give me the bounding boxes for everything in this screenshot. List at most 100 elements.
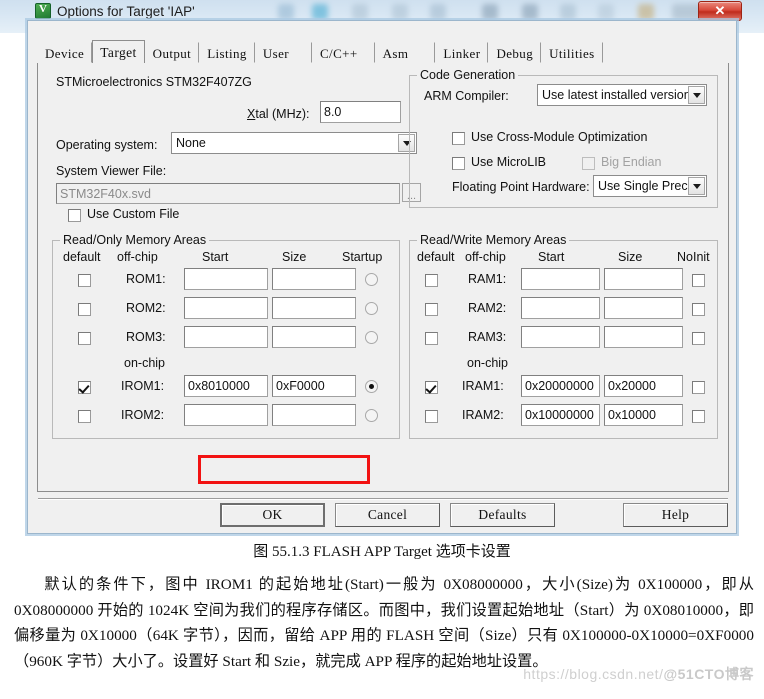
options-for-target-dialog: Device Target Output Listing User C/C++ …	[27, 20, 737, 534]
rw-row-ram3-size-input[interactable]	[604, 326, 683, 348]
chevron-down-icon[interactable]	[688, 177, 705, 195]
rw-row-ram2-size-input[interactable]	[604, 297, 683, 319]
watermark: https://blog.csdn.net/@51CTO博客	[523, 664, 754, 684]
ok-button[interactable]: OK	[220, 503, 325, 527]
watermark-url: https://blog.csdn.net/	[523, 666, 664, 682]
ro-row-rom2-label: ROM2:	[126, 301, 166, 315]
rw-header-start: Start	[538, 250, 565, 264]
ro-row-rom3-start-input[interactable]	[184, 326, 268, 348]
rw-row-ram1-size-input[interactable]	[604, 268, 683, 290]
ro-row-rom3-size-input[interactable]	[272, 326, 356, 348]
tab-target[interactable]: Target	[92, 40, 145, 64]
rw-row-iram1-start-input[interactable]: 0x20000000	[521, 375, 600, 397]
rw-row-ram1-noinit-checkbox[interactable]	[692, 274, 705, 287]
ro-header-offchip: off-chip	[117, 250, 158, 264]
rw-onchip-label: on-chip	[467, 356, 508, 370]
ro-row-irom2-default-checkbox[interactable]	[78, 410, 91, 423]
tab-user[interactable]: User	[255, 42, 312, 63]
tab-utilities[interactable]: Utilities	[541, 42, 603, 63]
dialog-separator	[38, 498, 728, 500]
ro-header-startup: Startup	[342, 250, 383, 264]
rw-row-iram1-noinit-checkbox[interactable]	[692, 381, 705, 394]
use-microlib-label: Use MicroLIB	[471, 155, 547, 169]
tab-asm[interactable]: Asm	[375, 42, 436, 63]
ro-row-irom1-size-input[interactable]: 0xF0000	[272, 375, 356, 397]
rw-row-ram3-start-input[interactable]	[521, 326, 600, 348]
ro-row-rom1-start-input[interactable]	[184, 268, 268, 290]
ro-row-rom3-startup-radio[interactable]	[365, 331, 378, 344]
tab-listing[interactable]: Listing	[199, 42, 255, 63]
ro-row-rom1-default-checkbox[interactable]	[78, 274, 91, 287]
cancel-button[interactable]: Cancel	[335, 503, 440, 527]
figure-caption: 图 55.1.3 FLASH APP Target 选项卡设置	[253, 544, 511, 560]
tab-c-cpp[interactable]: C/C++	[312, 42, 375, 63]
rw-row-ram3-default-checkbox[interactable]	[425, 332, 438, 345]
watermark-tag: @51CTO博客	[663, 666, 754, 682]
tab-output[interactable]: Output	[145, 42, 200, 63]
use-custom-file-checkbox[interactable]	[68, 209, 81, 222]
close-icon[interactable]: ✕	[698, 1, 742, 21]
ro-row-rom2-startup-radio[interactable]	[365, 302, 378, 315]
rw-header-default: default	[417, 250, 455, 264]
floating-point-hardware-label: Floating Point Hardware:	[452, 180, 590, 194]
rw-row-ram2-default-checkbox[interactable]	[425, 303, 438, 316]
rw-row-iram1-size-input[interactable]: 0x20000	[604, 375, 683, 397]
rw-row-ram2-label: RAM2:	[468, 301, 507, 315]
ro-row-rom1-label: ROM1:	[126, 272, 166, 286]
system-viewer-file-input[interactable]: STM32F40x.svd	[56, 183, 400, 204]
ro-row-rom3-label: ROM3:	[126, 330, 166, 344]
rw-row-iram2-size-input[interactable]: 0x10000	[604, 404, 683, 426]
xtal-label-text: tal (MHz):	[255, 107, 310, 121]
ro-row-rom2-start-input[interactable]	[184, 297, 268, 319]
window-title: Options for Target 'IAP'	[57, 3, 195, 19]
floating-point-hardware-select[interactable]: Use Single Precision	[593, 175, 707, 197]
rw-header-size: Size	[618, 250, 643, 264]
ro-row-rom1-startup-radio[interactable]	[365, 273, 378, 286]
ro-row-irom1-default-checkbox[interactable]	[78, 381, 91, 394]
system-viewer-file-label: System Viewer File:	[56, 164, 167, 178]
xtal-input[interactable]: 8.0	[320, 101, 401, 123]
tab-linker[interactable]: Linker	[435, 42, 489, 63]
rw-row-ram1-default-checkbox[interactable]	[425, 274, 438, 287]
body-paragraph: 默认的条件下，图中 IROM1 的起始地址(Start)一般为 0X080000…	[14, 576, 754, 670]
dialog-titlebar[interactable]: Options for Target 'IAP'	[27, 0, 737, 22]
use-microlib-checkbox[interactable]	[452, 157, 465, 170]
operating-system-select[interactable]: None	[171, 132, 417, 154]
ro-row-rom2-default-checkbox[interactable]	[78, 303, 91, 316]
help-button[interactable]: Help	[623, 503, 728, 527]
ro-row-irom1-startup-radio[interactable]	[365, 380, 378, 393]
arm-compiler-select[interactable]: Use latest installed version	[537, 84, 707, 106]
operating-system-value: None	[176, 136, 206, 150]
code-generation-group: Code Generation ARM Compiler: Use latest…	[409, 68, 718, 208]
rw-row-iram2-start-input[interactable]: 0x10000000	[521, 404, 600, 426]
rw-row-iram2-default-checkbox[interactable]	[425, 410, 438, 423]
tab-device[interactable]: Device	[37, 42, 93, 63]
rw-row-iram1-default-checkbox[interactable]	[425, 381, 438, 394]
keil-uvision-icon	[35, 3, 51, 19]
xtal-label: Xtal (MHz):	[247, 107, 310, 121]
rw-header-offchip: off-chip	[465, 250, 506, 264]
ro-row-irom2-label: IROM2:	[121, 408, 165, 422]
ro-row-irom2-size-input[interactable]	[272, 404, 356, 426]
defaults-button[interactable]: Defaults	[450, 503, 555, 527]
rw-row-ram3-label: RAM3:	[468, 330, 507, 344]
rw-row-ram2-noinit-checkbox[interactable]	[692, 303, 705, 316]
ro-row-rom1-size-input[interactable]	[272, 268, 356, 290]
tab-debug[interactable]: Debug	[488, 42, 542, 63]
big-endian-checkbox	[582, 157, 595, 170]
arm-compiler-label: ARM Compiler:	[424, 89, 509, 103]
rw-row-ram1-label: RAM1:	[468, 272, 507, 286]
rw-row-iram2-noinit-checkbox[interactable]	[692, 410, 705, 423]
rw-row-ram1-start-input[interactable]	[521, 268, 600, 290]
chevron-down-icon[interactable]	[688, 86, 705, 104]
ro-row-irom2-startup-radio[interactable]	[365, 409, 378, 422]
ro-row-irom2-start-input[interactable]	[184, 404, 268, 426]
rw-row-ram3-noinit-checkbox[interactable]	[692, 332, 705, 345]
ro-row-rom2-size-input[interactable]	[272, 297, 356, 319]
rw-row-ram2-start-input[interactable]	[521, 297, 600, 319]
ro-row-irom1-start-input[interactable]: 0x8010000	[184, 375, 268, 397]
ro-row-rom3-default-checkbox[interactable]	[78, 332, 91, 345]
annotation-highlight-rect	[198, 455, 370, 484]
use-cross-module-optimization-checkbox[interactable]	[452, 132, 465, 145]
rw-row-iram2-label: IRAM2:	[462, 408, 504, 422]
